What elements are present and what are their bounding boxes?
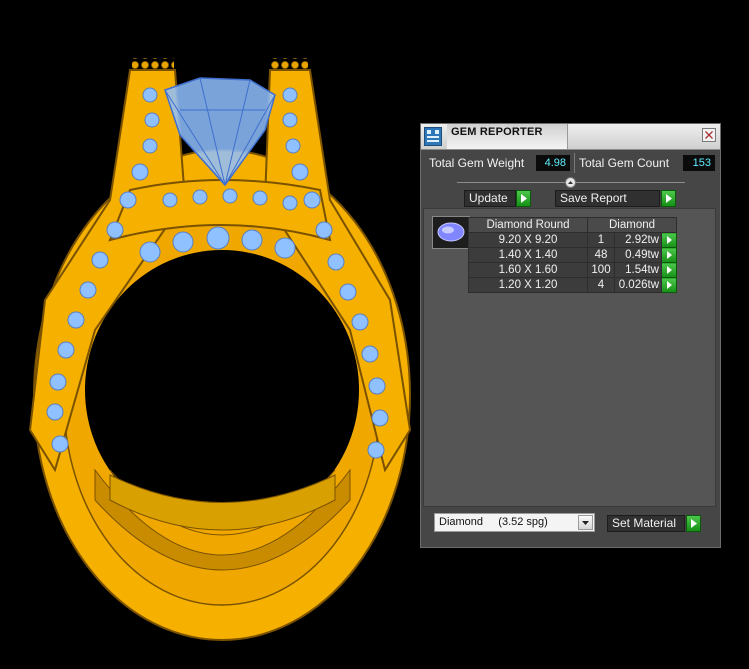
update-button[interactable]: Update <box>464 190 532 207</box>
gem-size: 1.20 X 1.20 <box>468 277 588 293</box>
gem-count: 48 <box>587 247 615 263</box>
gem-size: 1.40 X 1.40 <box>468 247 588 263</box>
column-header-shape: Diamond Round <box>468 217 588 233</box>
play-arrow-icon[interactable] <box>661 232 677 248</box>
close-icon[interactable] <box>702 128 716 142</box>
gem-weight: 1.54tw <box>614 262 662 278</box>
material-select[interactable]: Diamond (3.52 spg) <box>434 513 595 532</box>
set-material-button-label: Set Material <box>607 515 685 532</box>
total-gem-count-value: 153 <box>683 155 715 171</box>
gem-table: Diamond Round Diamond 9.20 X 9.20 1 2.92… <box>468 217 677 293</box>
gem-list-area: Diamond Round Diamond 9.20 X 9.20 1 2.92… <box>423 208 716 507</box>
table-row[interactable]: 1.20 X 1.20 4 0.026tw <box>468 277 677 293</box>
material-select-value: Diamond (3.52 spg) <box>439 516 548 528</box>
set-material-button[interactable]: Set Material <box>607 515 702 532</box>
divider <box>574 153 575 173</box>
table-row[interactable]: 1.60 X 1.60 100 1.54tw <box>468 262 677 278</box>
total-gem-weight-value: 4.98 <box>536 155 570 171</box>
gem-count: 4 <box>587 277 615 293</box>
gem-count: 100 <box>587 262 615 278</box>
play-arrow-icon[interactable] <box>661 247 677 263</box>
total-gem-count-label: Total Gem Count <box>579 156 670 170</box>
collapse-handle[interactable] <box>457 177 685 188</box>
save-report-button-label: Save Report <box>555 190 660 207</box>
save-report-button[interactable]: Save Report <box>555 190 677 207</box>
gem-weight: 0.026tw <box>614 277 662 293</box>
table-row[interactable]: 9.20 X 9.20 1 2.92tw <box>468 232 677 248</box>
gem-size: 1.60 X 1.60 <box>468 262 588 278</box>
play-arrow-icon[interactable] <box>661 277 677 293</box>
table-header-row: Diamond Round Diamond <box>468 217 677 233</box>
play-arrow-icon[interactable] <box>686 515 701 532</box>
gem-weight: 2.92tw <box>614 232 662 248</box>
collapse-icon[interactable] <box>565 177 576 188</box>
panel-title: GEM REPORTER <box>451 126 543 138</box>
total-gem-weight-label: Total Gem Weight <box>429 156 525 170</box>
update-button-label: Update <box>464 190 516 207</box>
gem-reporter-panel: GEM REPORTER Total Gem Weight 4.98 Total… <box>420 123 721 548</box>
play-arrow-icon[interactable] <box>661 190 676 207</box>
gem-weight: 0.49tw <box>614 247 662 263</box>
play-arrow-icon[interactable] <box>516 190 531 207</box>
app-icon <box>424 127 442 146</box>
panel-titlebar[interactable]: GEM REPORTER <box>421 124 720 150</box>
gem-count: 1 <box>587 232 615 248</box>
dropdown-arrow-icon[interactable] <box>578 515 593 530</box>
gem-thumbnail-icon[interactable] <box>432 216 470 249</box>
gem-size: 9.20 X 9.20 <box>468 232 588 248</box>
play-arrow-icon[interactable] <box>661 262 677 278</box>
column-header-material: Diamond <box>587 217 677 233</box>
table-row[interactable]: 1.40 X 1.40 48 0.49tw <box>468 247 677 263</box>
